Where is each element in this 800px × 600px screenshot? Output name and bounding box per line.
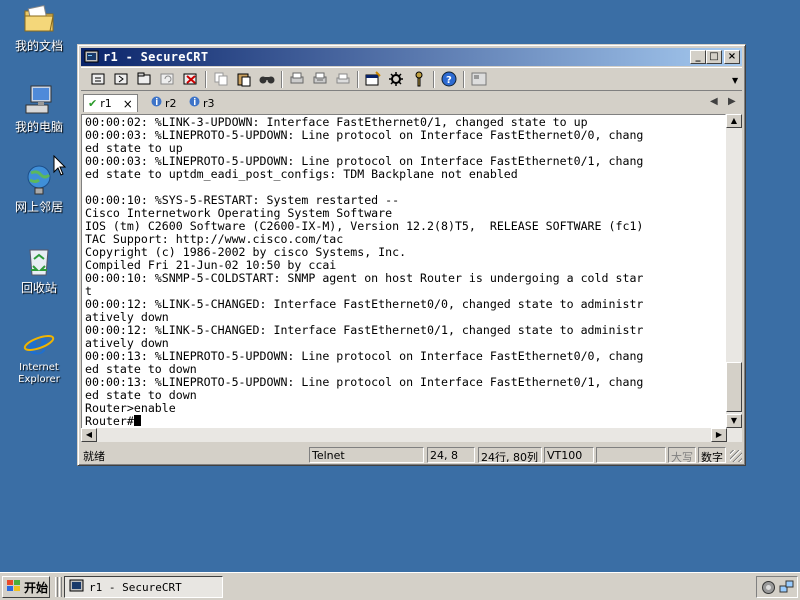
connect-icon[interactable] [89,70,109,88]
volume-icon[interactable] [761,580,776,598]
tab-scroll-left-icon[interactable]: ◀ [710,96,718,107]
network-tray-icon[interactable] [779,580,794,598]
paste-icon[interactable] [234,70,254,88]
connect-in-tab-icon[interactable] [135,70,155,88]
tab-scroll-right-icon[interactable]: ▶ [728,96,736,107]
session-options-icon[interactable] [363,70,383,88]
toolbar: ? ▼ [81,67,742,91]
toolbar-separator [205,71,207,88]
status-num-lock: 数字 [698,447,726,463]
scroll-thumb[interactable] [726,362,742,412]
my-documents-icon [22,2,56,36]
windows-logo-icon [6,579,22,596]
key-generation-icon[interactable] [409,70,429,88]
map-keys-icon[interactable] [469,70,489,88]
horizontal-scrollbar[interactable]: ◀ ▶ [81,428,742,442]
tab-r2[interactable]: r2 [147,94,181,112]
quick-connect-icon[interactable] [112,70,132,88]
toolbar-separator [281,71,283,88]
close-button[interactable]: × [724,50,740,64]
toolbar-separator [357,71,359,88]
window-title: r1 - SecureCRT [103,50,209,64]
copy-icon[interactable] [211,70,231,88]
securecrt-app-icon [69,578,85,597]
global-options-icon[interactable] [386,70,406,88]
recycle-bin-icon [22,244,56,278]
toolbar-overflow-icon[interactable]: ▼ [732,76,740,86]
title-bar[interactable]: r1 - SecureCRT _ □ × [81,48,742,66]
print-icon[interactable] [333,70,353,88]
terminal-output[interactable]: 00:00:02: %LINK-3-UPDOWN: Interface Fast… [81,114,726,440]
reconnect-icon[interactable] [158,70,178,88]
system-tray [756,576,798,598]
session-tab-bar: ✔ r1 × r2 r3 ◀ ▶ [81,93,742,113]
tab-r3[interactable]: r3 [185,94,219,112]
terminal-cursor [133,415,141,426]
desktop-icon-label-line1: Internet [19,362,59,373]
status-blank [596,447,666,463]
maximize-button[interactable]: □ [706,50,722,64]
tab-r1[interactable]: ✔ r1 × [83,94,138,112]
print-preview-icon[interactable] [310,70,330,88]
status-protocol: Telnet [309,447,424,463]
toolbar-separator [463,71,465,88]
tab-close-icon[interactable]: × [123,97,133,111]
print-setup-icon[interactable] [287,70,307,88]
status-emulation: VT100 [544,447,594,463]
internet-explorer-icon: e [22,324,56,362]
minimize-button[interactable]: _ [690,50,706,64]
status-bar: 就绪 Telnet 24, 8 24行, 80列 VT100 大写 数字 [81,446,742,464]
scroll-down-button[interactable]: ▼ [726,414,742,428]
desktop-icon-label-line2: Explorer [18,374,60,385]
terminal-text: 00:00:02: %LINK-3-UPDOWN: Interface Fast… [85,115,644,428]
desktop-icon-my-documents[interactable]: 我的文档 [6,2,72,53]
start-label: 开始 [24,580,49,595]
mouse-cursor-icon [53,154,67,180]
desktop-icon-label: 网上邻居 [14,200,63,214]
start-button[interactable]: 开始 [2,576,50,598]
securecrt-app-icon [84,49,100,65]
help-icon[interactable]: ? [439,70,459,88]
resize-grip-icon[interactable] [730,450,742,462]
connected-check-icon: ✔ [88,97,98,110]
status-terminal-size: 24行, 80列 [478,447,542,463]
desktop-icon-label: 我的文档 [14,39,63,53]
desktop-icon-recycle-bin[interactable]: 回收站 [6,244,72,295]
tab-label: r1 [100,97,112,110]
desktop-icon-label: 回收站 [20,281,57,295]
desktop-icon-label: 我的电脑 [14,120,63,134]
tab-label: r3 [203,96,215,110]
status-caps-lock: 大写 [668,447,696,463]
status-ready: 就绪 [83,450,105,463]
securecrt-window: r1 - SecureCRT _ □ × ? ▼ ✔ r1 × r2 r3 ◀ … [77,44,746,466]
find-icon[interactable] [257,70,277,88]
scroll-left-button[interactable]: ◀ [81,428,97,442]
desktop-icon-internet-explorer[interactable]: e Internet Explorer [6,324,72,386]
status-cursor-position: 24, 8 [427,447,475,463]
session-info-icon [189,96,200,110]
taskbar-item-label: r1 - SecureCRT [89,580,182,594]
desktop-icon-my-computer[interactable]: 我的电脑 [6,83,72,134]
session-info-icon [151,96,162,110]
scroll-right-button[interactable]: ▶ [711,428,727,442]
svg-text:?: ? [446,75,452,86]
network-places-icon [22,163,56,197]
toolbar-separator [433,71,435,88]
vertical-scrollbar[interactable]: ▲ ▼ [726,114,742,428]
taskbar-item-securecrt[interactable]: r1 - SecureCRT [64,576,223,598]
taskbar-divider [59,577,62,597]
tab-label: r2 [165,96,177,110]
taskbar: 开始 r1 - SecureCRT [0,572,800,600]
disconnect-icon[interactable] [181,70,201,88]
scroll-up-button[interactable]: ▲ [726,114,742,128]
taskbar-divider [55,577,58,597]
my-computer-icon [22,83,56,117]
